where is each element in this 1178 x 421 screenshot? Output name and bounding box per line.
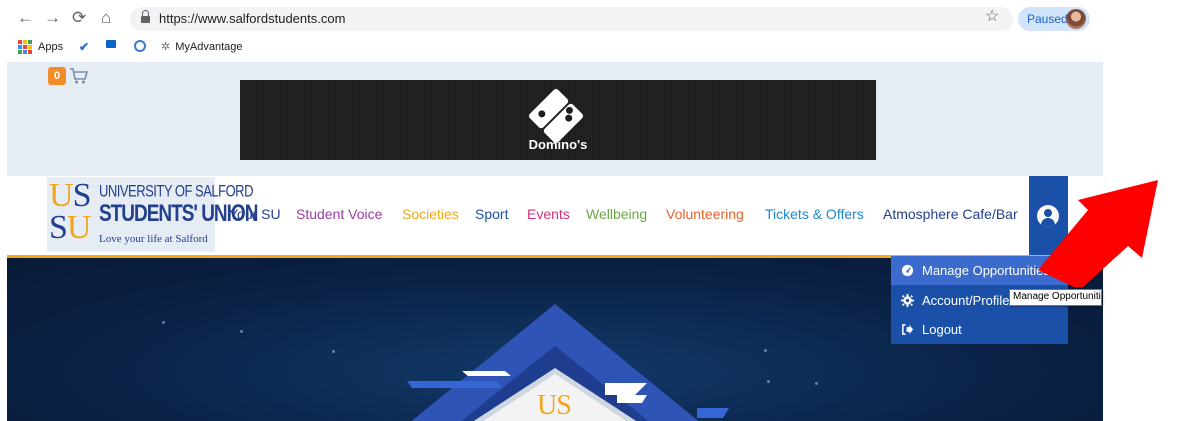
- logo-tagline: Love your life at Salford: [99, 233, 208, 245]
- url-text: https://www.salfordstudents.com: [159, 11, 346, 26]
- nav-volunteering[interactable]: Volunteering: [666, 206, 744, 222]
- reload-icon[interactable]: ⟳: [72, 8, 86, 28]
- bookmark-outlook[interactable]: [106, 40, 116, 48]
- bookmark-target[interactable]: [134, 40, 146, 52]
- nav-tickets-offers[interactable]: Tickets & Offers: [765, 206, 864, 222]
- nav-events[interactable]: Events: [527, 206, 570, 222]
- nav-wellbeing[interactable]: Wellbeing: [586, 206, 647, 222]
- web-page: 0 Domino's US SU UNIVERSITY OF SALFORD S…: [7, 62, 1103, 421]
- address-bar[interactable]: https://www.salfordstudents.com: [130, 7, 1013, 31]
- bookmark-checkmark[interactable]: ✔: [79, 40, 89, 54]
- dashboard-icon: [901, 264, 914, 277]
- dominos-logo-icon: [527, 87, 585, 145]
- sign-out-icon: [902, 324, 914, 335]
- nav-your-su[interactable]: Your SU: [229, 206, 281, 222]
- cart-count-badge[interactable]: 0: [48, 67, 66, 85]
- menu-item-logout[interactable]: Logout: [891, 315, 1068, 344]
- nav-societies[interactable]: Societies: [402, 206, 459, 222]
- nav-atmosphere-cafe-bar[interactable]: Atmosphere Cafe/Bar: [883, 206, 1018, 222]
- forward-arrow-icon[interactable]: →: [44, 8, 61, 28]
- bookmark-star-icon[interactable]: ☆: [985, 8, 999, 26]
- profile-button[interactable]: Paused: [1018, 7, 1090, 31]
- bookmark-myadvantage[interactable]: ✲ MyAdvantage: [161, 40, 243, 54]
- sparkle-icon: ✲: [161, 41, 171, 53]
- hero-emblem-text: US: [537, 390, 572, 421]
- profile-status: Paused: [1027, 12, 1068, 26]
- shopping-cart-icon[interactable]: [69, 66, 89, 86]
- apps-grid-icon: [18, 40, 32, 54]
- nav-sport[interactable]: Sport: [475, 206, 508, 222]
- annotation-arrow-icon: [1038, 180, 1158, 287]
- dominos-ad-banner[interactable]: Domino's: [240, 80, 876, 160]
- tooltip: Manage Opportunities: [1009, 289, 1102, 306]
- logo-letters-top: US: [49, 177, 91, 214]
- cog-icon: [901, 294, 914, 307]
- home-icon[interactable]: ⌂: [101, 8, 111, 28]
- logo-letters-bottom: SU: [49, 209, 91, 246]
- nav-student-voice[interactable]: Student Voice: [296, 206, 382, 222]
- main-navbar: US SU UNIVERSITY OF SALFORD STUDENTS' UN…: [7, 176, 1103, 256]
- avatar: [1066, 9, 1086, 29]
- menu-item-label: Account/Profile: [922, 293, 1010, 308]
- checkmark-icon: ✔: [79, 40, 90, 54]
- bookmark-label: Apps: [38, 41, 64, 53]
- target-icon: [134, 40, 146, 52]
- mail-icon: [106, 40, 116, 48]
- ussu-logo[interactable]: US SU UNIVERSITY OF SALFORD STUDENTS' UN…: [47, 177, 258, 252]
- bookmark-apps[interactable]: Apps: [18, 40, 63, 54]
- browser-toolbar: ← → ⟳ ⌂ https://www.salfordstudents.com …: [0, 0, 1178, 36]
- lock-icon: [141, 10, 150, 23]
- bookmark-label: MyAdvantage: [175, 40, 243, 53]
- bookmarks-bar: Apps ✔ ✲ MyAdvantage: [0, 36, 1178, 58]
- banner-text: Domino's: [528, 137, 588, 152]
- back-arrow-icon[interactable]: ←: [17, 8, 34, 28]
- menu-item-label: Logout: [922, 322, 962, 337]
- logo-university-text: UNIVERSITY OF SALFORD: [99, 181, 253, 201]
